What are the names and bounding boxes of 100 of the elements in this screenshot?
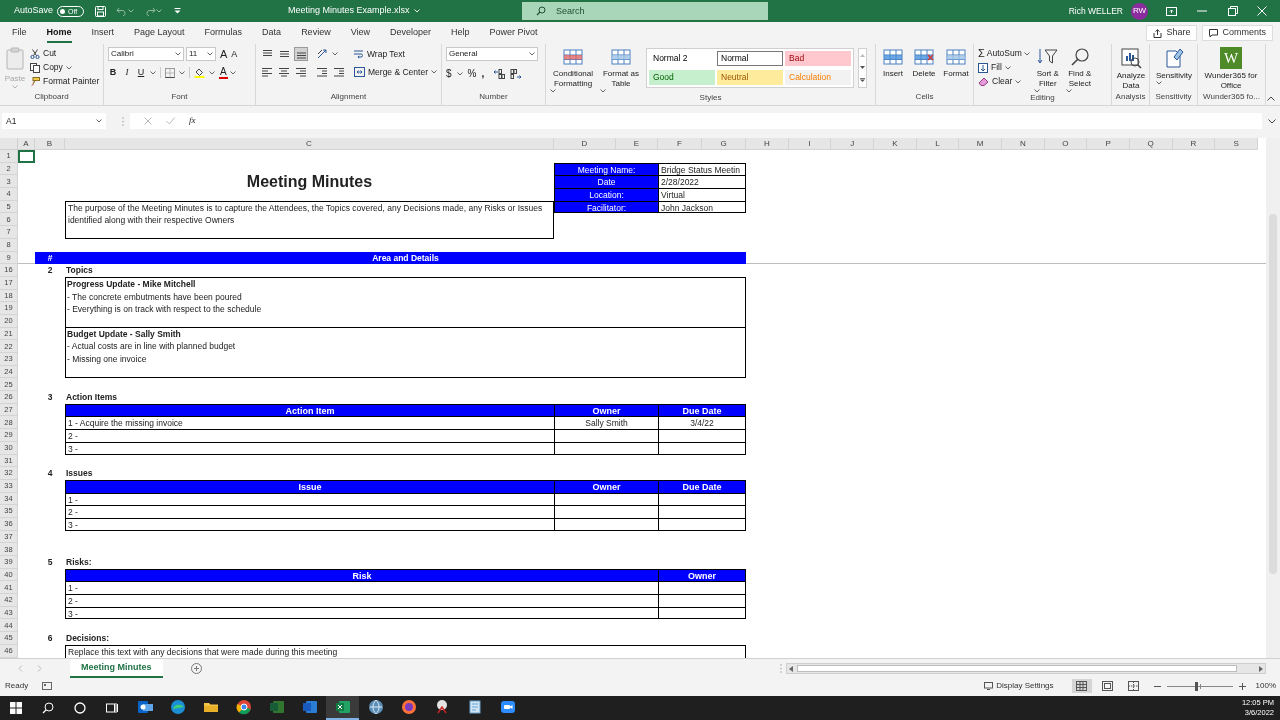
column-header[interactable]: H (746, 138, 789, 150)
fill-color-icon[interactable] (194, 67, 205, 79)
cell-style-option[interactable]: Normal (717, 51, 783, 66)
copy-button[interactable]: Copy (30, 61, 100, 74)
search-field[interactable]: Search (522, 2, 768, 20)
format-cells-button[interactable]: Format (942, 47, 970, 92)
macro-recording-icon[interactable] (42, 682, 53, 690)
column-header[interactable]: J (831, 138, 874, 150)
collapse-ribbon-icon[interactable] (1267, 96, 1275, 101)
format-as-table-button[interactable]: Format as Table (600, 47, 642, 93)
column-header[interactable]: C (65, 138, 554, 150)
italic-button[interactable]: I (122, 66, 132, 80)
ribbon-tab[interactable]: Developer (390, 25, 432, 43)
column-header[interactable]: R (1172, 138, 1216, 150)
column-header[interactable]: A (18, 138, 35, 150)
ribbon-tab[interactable]: Home (46, 25, 72, 43)
column-header[interactable]: B (35, 138, 65, 150)
column-header[interactable]: N (1001, 138, 1045, 150)
column-header[interactable]: I (788, 138, 832, 150)
increase-decimal-icon[interactable] (493, 68, 506, 79)
sensitivity-button[interactable]: Sensitivity (1154, 47, 1194, 92)
delete-cells-button[interactable]: Delete (910, 47, 938, 92)
font-size-dropdown[interactable]: 11 (186, 47, 216, 61)
cell-style-option[interactable]: Bad (785, 51, 851, 66)
font-color-button[interactable]: A (219, 66, 236, 79)
find-select-button[interactable]: Find & Select (1065, 47, 1094, 93)
orientation-icon[interactable] (317, 49, 329, 59)
more-icon[interactable] (860, 78, 865, 83)
merge-center-button[interactable]: Merge & Center (354, 66, 437, 79)
column-header[interactable]: Q (1129, 138, 1173, 150)
format-painter-button[interactable]: Format Painter (30, 75, 100, 88)
horizontal-scrollbar[interactable] (786, 663, 1266, 674)
zoom-slider[interactable] (1166, 681, 1233, 691)
percent-button[interactable]: % (467, 66, 477, 81)
decrease-indent-icon (317, 67, 328, 78)
save-icon[interactable] (95, 5, 107, 17)
decrease-font-size-button[interactable]: A (231, 48, 238, 60)
zoom-in-icon[interactable] (1238, 682, 1246, 690)
comma-style-button[interactable]: , (481, 66, 485, 81)
expand-formula-icon[interactable] (1268, 118, 1276, 124)
ribbon-tab[interactable]: Formulas (204, 25, 243, 43)
ribbon-tab[interactable]: Help (451, 25, 470, 43)
name-box[interactable]: A1 (2, 113, 106, 129)
font-name-dropdown[interactable]: Calibri (108, 47, 184, 61)
wrap-text-button[interactable]: Wrap Text (353, 47, 405, 61)
column-header[interactable]: E (616, 138, 658, 150)
borders-icon[interactable] (165, 67, 175, 78)
ribbon-tab[interactable]: Review (301, 25, 331, 43)
ribbon-tab[interactable]: File (12, 25, 27, 43)
currency-button[interactable]: $ (446, 66, 452, 81)
share-button[interactable]: Share (1146, 25, 1198, 41)
restore-icon[interactable] (1228, 6, 1238, 16)
increase-font-size-button[interactable]: A (220, 48, 228, 60)
sort-filter-button[interactable]: Sort & Filter (1033, 47, 1062, 93)
vertical-scrollbar[interactable] (1266, 138, 1280, 658)
number-format-dropdown[interactable]: General (446, 47, 538, 61)
column-header[interactable]: S (1215, 138, 1258, 150)
column-header[interactable]: K (873, 138, 917, 150)
scroll-right-icon[interactable] (1259, 665, 1263, 672)
column-header[interactable]: O (1044, 138, 1088, 150)
column-header[interactable]: P (1087, 138, 1130, 150)
ribbon-tab[interactable]: Data (262, 25, 282, 43)
gallery-scrollbar[interactable] (858, 48, 867, 88)
insert-function-button[interactable]: fx (189, 114, 196, 128)
ribbon-tab[interactable]: Page Layout (134, 25, 185, 43)
vertical-align-button[interactable] (294, 47, 308, 61)
comments-button[interactable]: Comments (1202, 25, 1273, 41)
insert-cells-button[interactable]: Insert (880, 47, 906, 92)
zoom-slider-thumb[interactable] (1195, 681, 1199, 691)
ribbon-tab[interactable]: Power Pivot (489, 25, 538, 43)
column-header[interactable]: M (959, 138, 1002, 150)
cell-style-option[interactable]: Good (649, 69, 715, 85)
column-header[interactable]: L (916, 138, 960, 150)
ribbon-tab[interactable]: View (350, 25, 370, 43)
close-icon[interactable] (1257, 6, 1267, 16)
cell-style-option[interactable]: Neutral (717, 69, 783, 85)
addin-button[interactable]: W Wunder365 for Office (1202, 47, 1260, 92)
bold-button[interactable]: B (108, 66, 118, 80)
conditional-formatting-button[interactable]: Conditional Formatting (550, 47, 596, 93)
scrollbar-thumb[interactable] (797, 665, 1237, 672)
analyze-data-button[interactable]: Analyze Data (1116, 47, 1146, 92)
customize-menu-icon[interactable] (174, 8, 182, 14)
normal-view-icon[interactable] (1071, 679, 1092, 693)
ribbon-display-icon[interactable] (1166, 6, 1177, 16)
autosum-button[interactable]: Σ AutoSum (978, 47, 1030, 60)
clear-button[interactable]: Clear (978, 75, 1030, 88)
fill-button[interactable]: Fill (978, 61, 1030, 74)
user-avatar[interactable]: RW (1131, 2, 1148, 20)
scroll-down-icon[interactable] (860, 66, 865, 69)
column-header[interactable]: F (658, 138, 702, 150)
display-settings-button[interactable]: Display Settings (984, 680, 1054, 692)
column-header[interactable]: D (554, 138, 616, 150)
scroll-left-icon[interactable] (789, 665, 793, 672)
add-sheet-icon[interactable] (190, 663, 202, 674)
column-header[interactable]: G (702, 138, 746, 150)
underline-button[interactable]: U (136, 66, 146, 80)
ribbon-tab[interactable]: Insert (91, 25, 115, 43)
cut-button[interactable]: Cut (30, 47, 100, 60)
sheet-tab[interactable]: Meeting Minutes (70, 659, 163, 678)
decrease-decimal-icon[interactable] (510, 68, 523, 79)
